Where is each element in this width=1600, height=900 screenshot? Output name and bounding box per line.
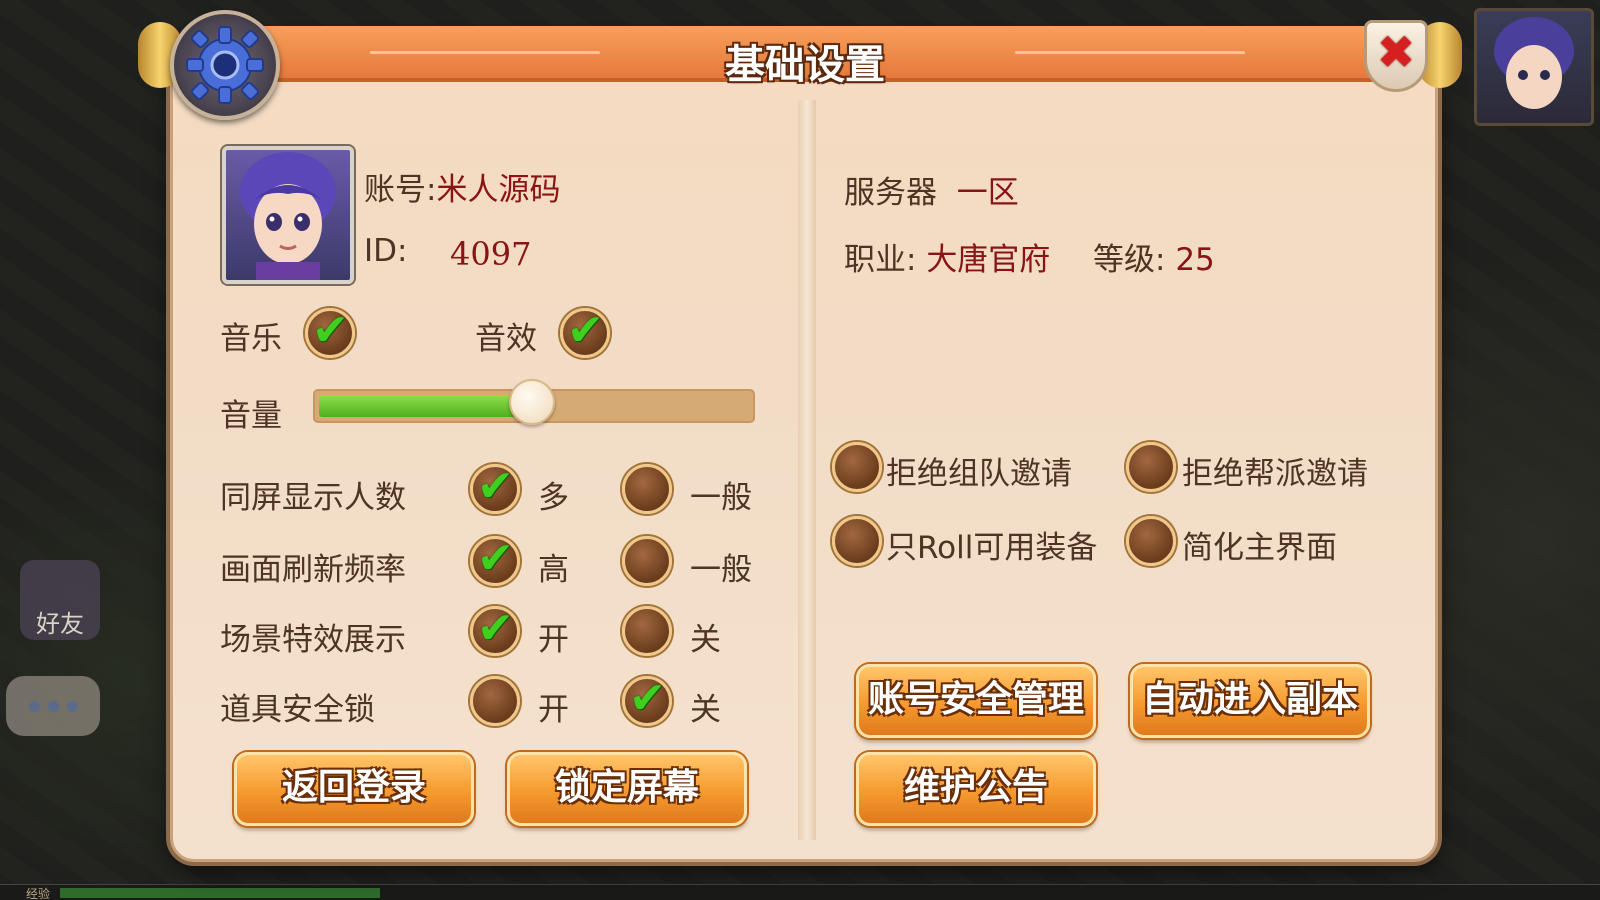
chat-bubble-button[interactable] <box>6 676 100 736</box>
toggle-label-refuse-team: 拒绝组队邀请 <box>886 456 1072 492</box>
dialog-title: 基础设置 <box>725 42 885 88</box>
chat-dot-icon <box>66 700 78 712</box>
account-name: 米人源码 <box>436 172 561 208</box>
toggle-label-roll-usable: 只Roll可用装备 <box>886 530 1098 566</box>
chat-dot-icon <box>47 700 59 712</box>
settings-gear-icon <box>170 10 280 120</box>
level-label: 等级: <box>1093 242 1166 278</box>
level-row: 等级: 25 <box>1093 234 1215 279</box>
radio-item-lock-off[interactable]: ✔ <box>622 673 672 726</box>
server-label: 服务器 <box>844 175 937 211</box>
column-divider <box>798 100 816 840</box>
radio-item-lock-on[interactable] <box>470 676 520 726</box>
account-row: 账号:米人源码 <box>364 164 560 209</box>
option-refresh-high: 高 <box>538 552 569 588</box>
check-icon: ✔ <box>477 533 514 584</box>
radio-refresh-normal[interactable] <box>622 536 672 586</box>
volume-slider-fill <box>319 395 532 417</box>
friend-label: 好友 <box>36 610 84 638</box>
chat-dot-icon <box>28 700 40 712</box>
check-icon: ✔ <box>567 305 604 356</box>
character-avatar-icon <box>240 152 336 280</box>
auto-dungeon-button[interactable]: 自动进入副本 <box>1130 664 1370 738</box>
account-security-button[interactable]: 账号安全管理 <box>856 664 1096 738</box>
volume-label: 音量 <box>220 398 282 434</box>
check-icon: ✔ <box>477 603 514 654</box>
lock-screen-button[interactable]: 锁定屏幕 <box>507 752 747 826</box>
setting-label-effects: 场景特效展示 <box>220 622 406 658</box>
server-value: 一区 <box>956 175 1019 211</box>
server-row: 服务器 一区 <box>844 167 1019 212</box>
level-value: 25 <box>1175 242 1215 278</box>
radio-crowd-normal[interactable] <box>622 464 672 514</box>
exp-bar: 经验 <box>0 884 1600 900</box>
check-icon: ✔ <box>312 305 349 356</box>
job-row: 职业: 大唐官府 <box>844 234 1050 279</box>
radio-effects-off[interactable] <box>622 606 672 656</box>
maintenance-notice-button[interactable]: 维护公告 <box>856 752 1096 826</box>
job-value: 大唐官府 <box>926 242 1051 278</box>
setting-label-refresh: 画面刷新频率 <box>220 552 406 588</box>
setting-label-item-lock: 道具安全锁 <box>220 692 375 728</box>
dialog-titlebar: 基础设置 <box>230 26 1380 88</box>
option-effects-off: 关 <box>690 622 721 658</box>
check-icon: ✔ <box>477 461 514 512</box>
exp-label: 经验 <box>26 887 51 900</box>
toggle-refuse-guild[interactable] <box>1126 442 1176 492</box>
toggle-label-refuse-guild: 拒绝帮派邀请 <box>1182 456 1368 492</box>
friend-button[interactable]: 好友 <box>20 560 100 640</box>
radio-refresh-high[interactable]: ✔ <box>470 533 520 586</box>
option-effects-on: 开 <box>538 622 569 658</box>
player-portrait[interactable] <box>1474 8 1594 126</box>
id-value: 4097 <box>450 235 532 273</box>
setting-label-crowd: 同屏显示人数 <box>220 480 406 516</box>
option-refresh-normal: 一般 <box>690 552 752 588</box>
option-item-lock-off: 关 <box>690 692 721 728</box>
toggle-simplify-ui[interactable] <box>1126 516 1176 566</box>
radio-crowd-many[interactable]: ✔ <box>470 461 520 514</box>
character-face-icon <box>1494 17 1574 109</box>
volume-slider[interactable] <box>313 379 755 425</box>
toggle-label-simplify-ui: 简化主界面 <box>1182 530 1337 566</box>
sfx-label: 音效 <box>475 321 537 357</box>
exp-bar-fill <box>60 888 380 898</box>
toggle-refuse-team[interactable] <box>832 442 882 492</box>
option-item-lock-on: 开 <box>538 692 569 728</box>
toggle-roll-usable[interactable] <box>832 516 882 566</box>
close-button[interactable]: ✖ <box>1364 20 1428 92</box>
id-label: ID: <box>364 233 408 269</box>
account-label: 账号: <box>364 172 437 208</box>
avatar <box>222 146 354 284</box>
job-label: 职业: <box>844 242 917 278</box>
music-label: 音乐 <box>220 321 282 357</box>
check-icon: ✔ <box>629 673 666 724</box>
option-crowd-many: 多 <box>538 480 569 516</box>
music-checkbox[interactable]: ✔ <box>305 305 355 358</box>
option-crowd-normal: 一般 <box>690 480 752 516</box>
back-to-login-button[interactable]: 返回登录 <box>234 752 474 826</box>
sfx-checkbox[interactable]: ✔ <box>560 305 610 358</box>
radio-effects-on[interactable]: ✔ <box>470 603 520 656</box>
volume-slider-knob[interactable] <box>508 379 555 425</box>
close-icon: ✖ <box>1376 25 1416 79</box>
